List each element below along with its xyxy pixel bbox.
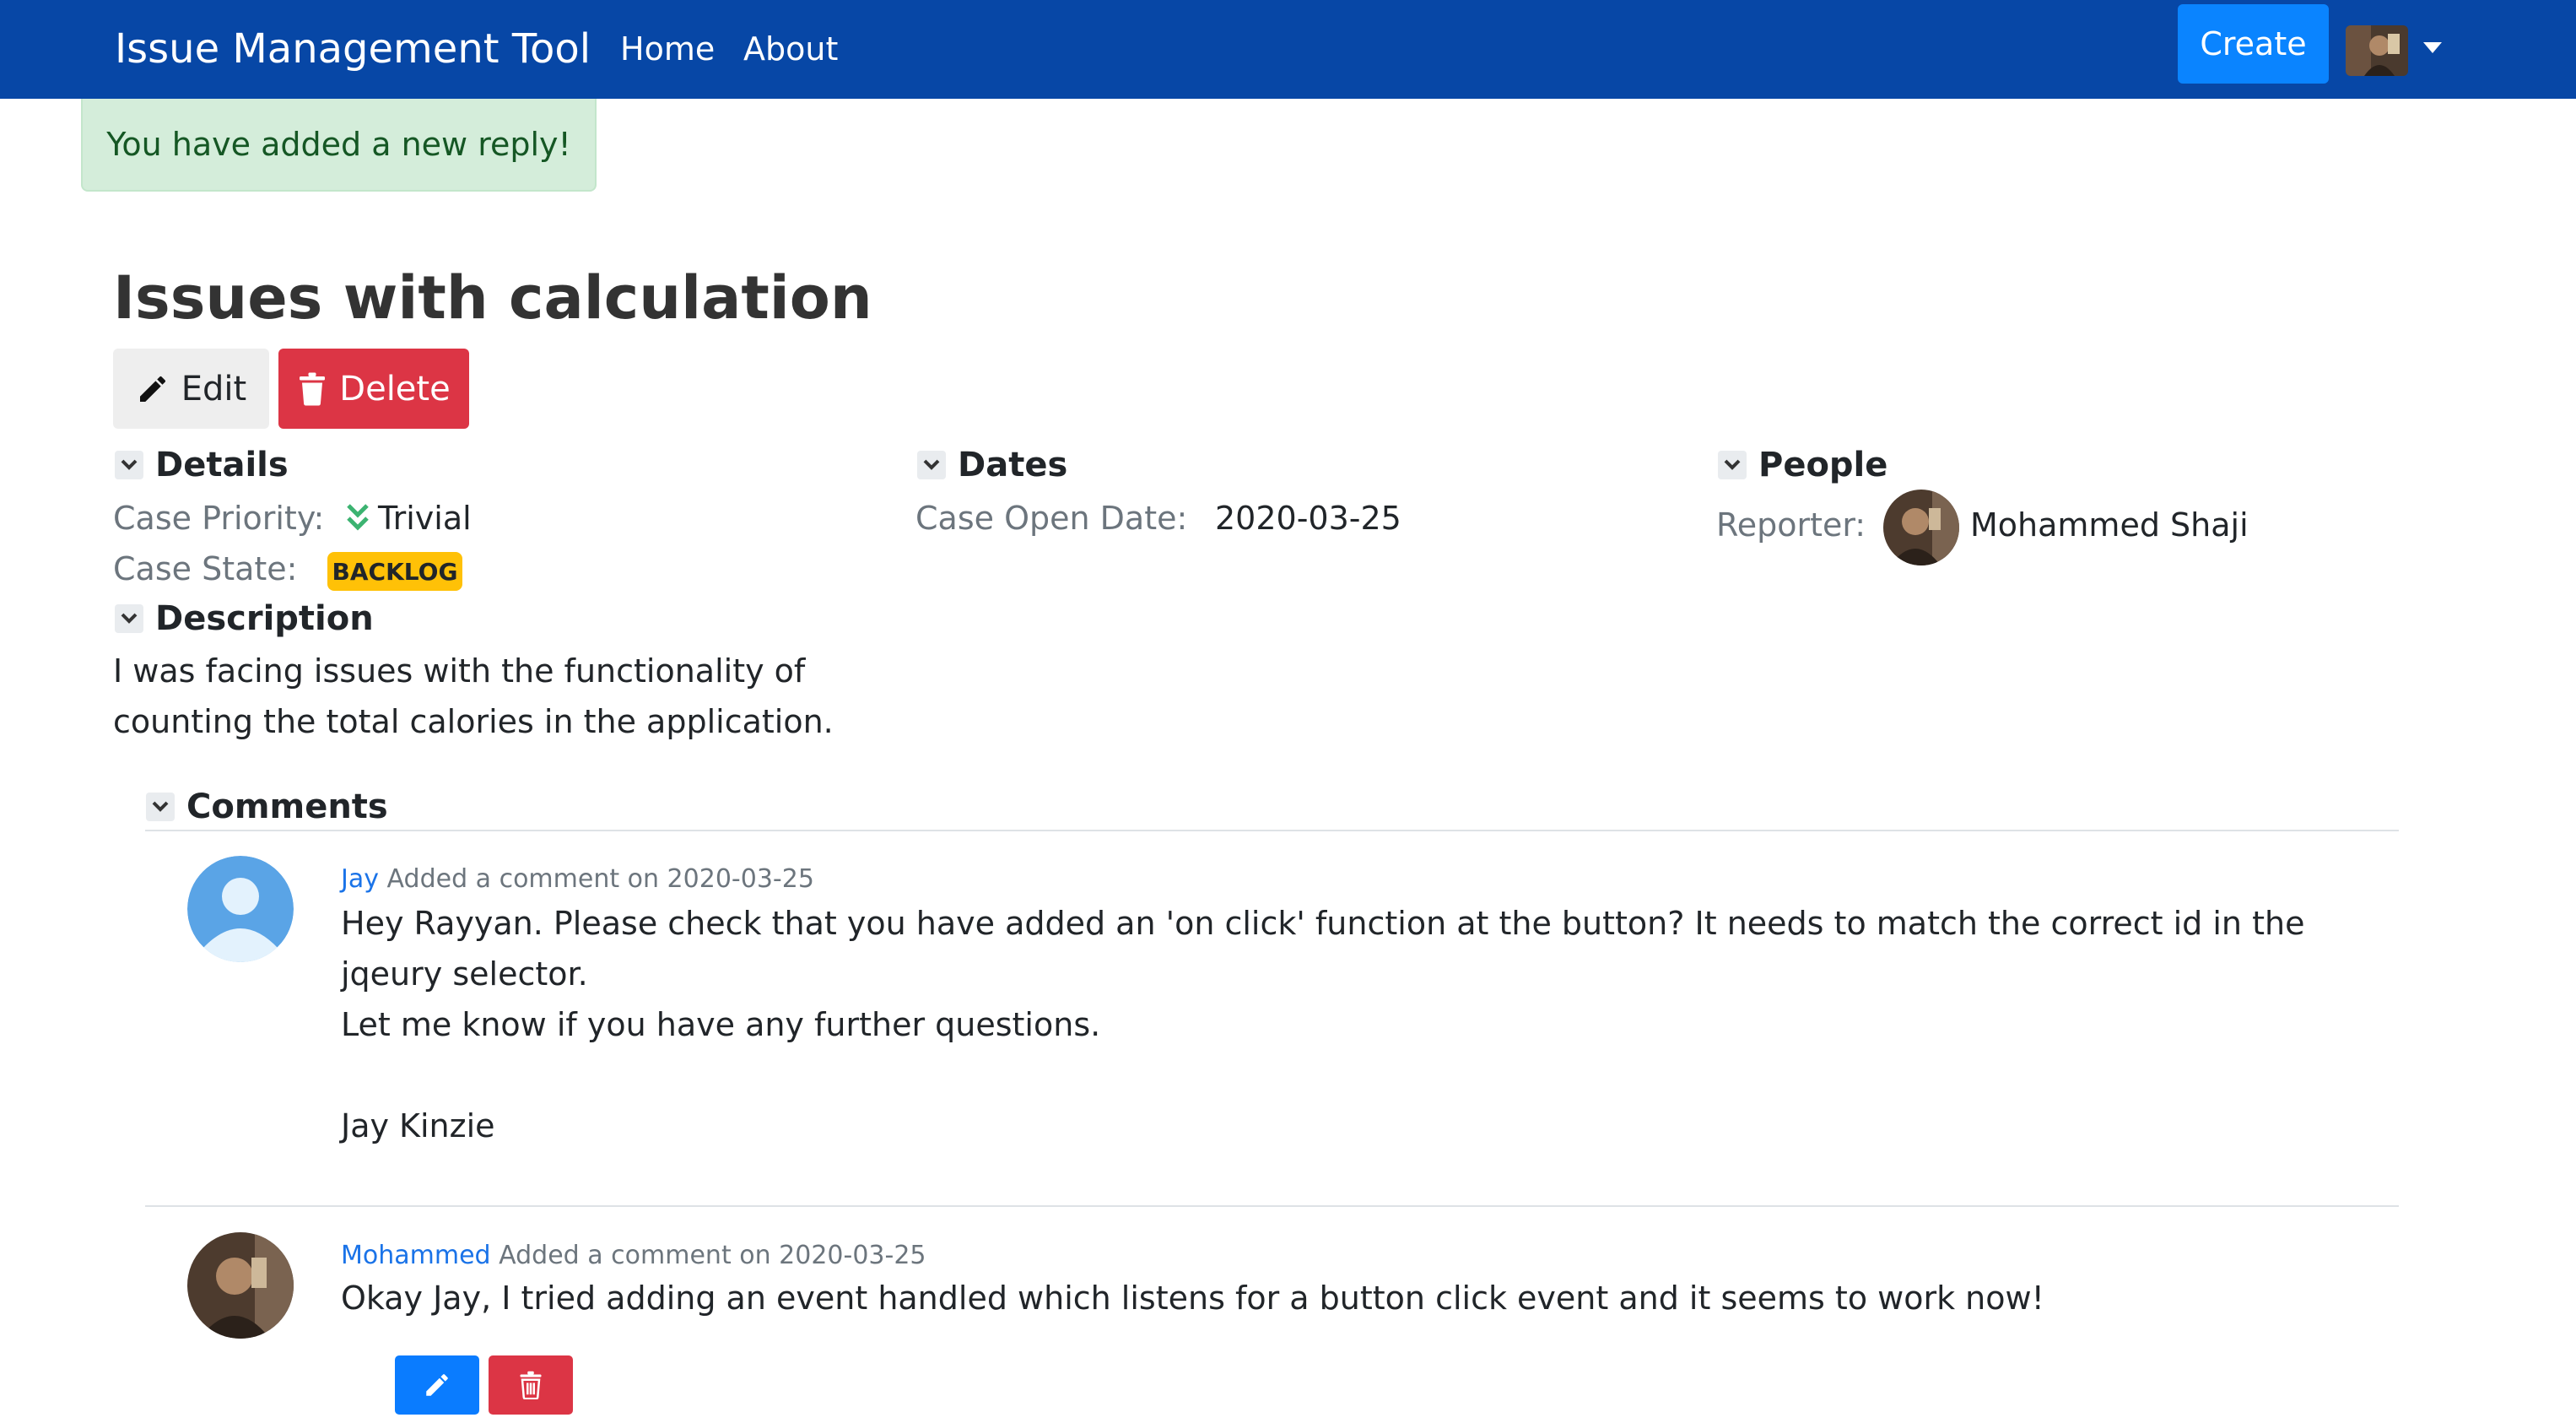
comment-line: Hey Rayyan. Please check that you have a… [341,905,2305,993]
chevron-down-icon[interactable] [1718,451,1747,479]
alert-message: You have added a new reply! [106,126,571,163]
comment-author-link[interactable]: Mohammed [341,1241,491,1270]
description-text: I was facing issues with the functionali… [113,652,834,740]
comment-divider [145,1205,2399,1207]
chevron-down-icon[interactable] [146,793,175,821]
user-placeholder-icon [187,856,294,962]
chevron-down-icon[interactable] [2423,42,2442,53]
reporter-label: Reporter: [1716,506,1866,544]
comments-heading[interactable]: Comments [146,787,388,826]
comment-meta-text: Added a comment on 2020-03-25 [386,864,814,894]
comment-meta: Mohammed Added a comment on 2020-03-25 [341,1241,926,1270]
priority-label: Case Priority: [113,500,325,537]
trash-icon [300,372,326,405]
chevron-down-icon[interactable] [115,451,143,479]
reporter-name: Mohammed Shaji [1970,506,2249,544]
dates-heading[interactable]: Dates [917,446,1067,484]
delete-button[interactable]: Delete [278,349,469,429]
chevron-down-icon[interactable] [115,604,143,633]
edit-comment-button[interactable] [395,1355,479,1415]
dates-heading-label: Dates [958,446,1068,484]
status-badge: BACKLOG [327,552,462,591]
delete-button-label: Delete [339,369,451,409]
open-date-label: Case Open Date: [915,500,1188,537]
double-chevron-down-icon [346,503,370,537]
page-title: Issues with calculation [113,263,872,333]
comments-heading-label: Comments [186,787,388,826]
comment-line: Let me know if you have any further ques… [341,1006,1101,1043]
reporter-avatar [1883,490,1959,565]
success-alert: You have added a new reply! [81,99,597,192]
comment-signature: Jay Kinzie [341,1107,495,1144]
reporter-photo-icon [1883,490,1959,565]
description-heading-label: Description [155,599,374,638]
trash-icon [520,1371,542,1399]
people-heading[interactable]: People [1718,446,1887,484]
user-photo-icon [2346,25,2408,76]
nav-link-home[interactable]: Home [620,30,715,68]
priority-value: Trivial [378,500,472,537]
commenter-photo-icon [187,1232,294,1339]
delete-comment-button[interactable] [489,1355,573,1415]
comment-meta: Jay Added a comment on 2020-03-25 [341,864,814,894]
comment-line: Okay Jay, I tried adding an event handle… [341,1280,2044,1317]
comment-meta-text: Added a comment on 2020-03-25 [499,1241,926,1270]
people-heading-label: People [1758,446,1888,484]
edit-button-label: Edit [181,369,247,409]
details-heading[interactable]: Details [115,446,289,484]
state-label: Case State: [113,550,298,587]
user-avatar[interactable] [2346,25,2408,76]
comment-author-link[interactable]: Jay [341,864,379,894]
description-heading[interactable]: Description [115,599,374,638]
comments-divider [145,830,2399,831]
pencil-icon [139,376,165,402]
comment-avatar [187,856,294,962]
open-date-value: 2020-03-25 [1215,500,1401,537]
create-button[interactable]: Create [2178,4,2329,84]
nav-link-about[interactable]: About [743,30,838,68]
comment-body: Hey Rayyan. Please check that you have a… [341,898,2408,1151]
details-heading-label: Details [155,446,289,484]
comment-avatar [187,1232,294,1339]
edit-button[interactable]: Edit [113,349,269,429]
navbar: Issue Management Tool Home About Create [0,0,2576,99]
pencil-icon [426,1374,448,1396]
comment-body: Okay Jay, I tried adding an event handle… [341,1273,2408,1323]
brand-title[interactable]: Issue Management Tool [115,25,591,73]
chevron-down-icon[interactable] [917,451,946,479]
